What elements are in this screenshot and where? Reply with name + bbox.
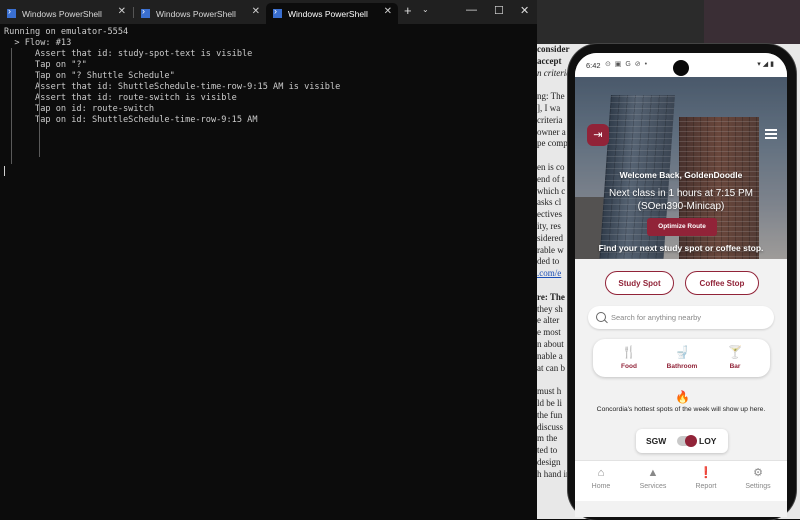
- close-icon[interactable]: ✕: [384, 6, 392, 17]
- services-icon: ▲: [647, 467, 659, 479]
- indent-guide: [11, 48, 12, 164]
- nav-label: Services: [639, 483, 667, 490]
- terminal-line: Running on emulator-5554: [4, 27, 129, 37]
- tab-powershell-3-active[interactable]: Windows PowerShell ✕: [266, 3, 398, 24]
- campus-loy-label: LOY: [699, 436, 717, 446]
- camera-cutout: [673, 60, 689, 76]
- status-icons: ⊙ ▣ G ⊘ •: [605, 61, 649, 68]
- search-placeholder: Search for anything nearby: [611, 313, 702, 322]
- terminal-line: Tap on "? Shuttle Schedule": [4, 71, 175, 81]
- tab-powershell-2[interactable]: Windows PowerShell ✕: [134, 3, 266, 24]
- category-bar-drinks[interactable]: 🍸 Bar: [710, 344, 760, 370]
- chevron-down-icon[interactable]: ⌄: [422, 5, 429, 14]
- hero-banner: ⇥ Welcome Back, GoldenDoodle Next class …: [575, 77, 787, 259]
- terminal-line: Tap on id: ShuttleSchedule-time-row-9:15…: [4, 115, 258, 125]
- find-spot-text: Find your next study spot or coffee stop…: [598, 243, 764, 253]
- powershell-icon: [7, 6, 16, 18]
- signal-battery-icons: ▾◢▮: [757, 61, 776, 68]
- terminal-line: Tap on "?": [4, 60, 87, 70]
- maximize-button[interactable]: ☐: [494, 4, 504, 17]
- category-bathroom[interactable]: 🚽 Bathroom: [657, 344, 707, 370]
- tab-bar: Windows PowerShell ✕ Windows PowerShell …: [0, 0, 537, 24]
- nav-services[interactable]: ▲ Services: [631, 466, 675, 490]
- logout-button[interactable]: ⇥: [587, 124, 609, 146]
- category-label: Bathroom: [666, 363, 698, 370]
- terminal-line: Assert that id: route-switch is visible: [4, 93, 237, 103]
- hamburger-menu-icon[interactable]: [765, 129, 777, 139]
- nav-settings[interactable]: ⚙ Settings: [736, 466, 780, 490]
- welcome-text: Welcome Back, GoldenDoodle: [619, 170, 743, 180]
- close-window-button[interactable]: ✕: [520, 4, 529, 17]
- flame-icon: 🔥: [675, 390, 690, 404]
- terminal-line: Tap on id: route-switch: [4, 104, 155, 114]
- status-bar: 6:42 ⊙ ▣ G ⊘ • ▾◢▮: [575, 53, 787, 77]
- category-food[interactable]: 🍴 Food: [604, 344, 654, 370]
- nav-home[interactable]: ⌂ Home: [579, 466, 623, 490]
- optimize-route-button[interactable]: Optimize Route: [647, 218, 717, 236]
- category-bar: 🍴 Food 🚽 Bathroom 🍸 Bar: [593, 339, 770, 377]
- campus-sgw-label: SGW: [646, 436, 667, 446]
- tab-powershell-1[interactable]: Windows PowerShell ✕: [0, 3, 132, 24]
- food-icon: 🍴: [621, 345, 637, 359]
- course-text: (SOen390-Minicap): [637, 201, 725, 212]
- campus-switch[interactable]: SGW LOY: [636, 429, 728, 453]
- terminal-window: Windows PowerShell ✕ Windows PowerShell …: [0, 0, 537, 519]
- study-spot-button[interactable]: Study Spot: [605, 271, 674, 295]
- category-label: Food: [621, 363, 637, 370]
- powershell-icon: [141, 6, 150, 18]
- search-input[interactable]: Search for anything nearby: [588, 306, 774, 329]
- close-icon[interactable]: ✕: [252, 6, 260, 17]
- minimize-button[interactable]: —: [466, 4, 477, 16]
- terminal-line: Assert that id: study-spot-text is visib…: [4, 49, 253, 59]
- hot-spots-text: Concordia's hottest spots of the week wi…: [596, 406, 766, 413]
- nav-label: Home: [591, 483, 611, 490]
- tab-title: Windows PowerShell: [22, 8, 102, 19]
- nav-report[interactable]: ❗ Report: [684, 466, 728, 490]
- coffee-stop-button[interactable]: Coffee Stop: [685, 271, 759, 295]
- text-cursor: [4, 166, 5, 176]
- nav-label: Report: [695, 483, 717, 490]
- report-icon: ❗: [699, 467, 713, 479]
- terminal-output[interactable]: Running on emulator-5554 > Flow: #13 Ass…: [4, 27, 340, 126]
- home-icon: ⌂: [597, 467, 605, 479]
- route-switch[interactable]: [677, 435, 697, 447]
- bottom-nav: ⌂ Home ▲ Services ❗ Report ⚙ Settings: [575, 460, 787, 501]
- category-label: Bar: [729, 363, 741, 370]
- background-toolbar-right: [704, 0, 800, 44]
- gear-icon: ⚙: [753, 467, 763, 479]
- indent-guide: [39, 73, 40, 157]
- tab-title: Windows PowerShell: [156, 8, 236, 19]
- search-icon: [596, 312, 606, 322]
- status-time: 6:42: [586, 61, 601, 70]
- close-icon[interactable]: ✕: [118, 6, 126, 17]
- bathroom-icon: 🚽: [674, 345, 690, 359]
- cocktail-icon: 🍸: [727, 345, 743, 359]
- logout-icon: ⇥: [593, 128, 603, 141]
- terminal-line: Assert that id: ShuttleSchedule-time-row…: [4, 82, 341, 92]
- terminal-line: > Flow: #13: [4, 38, 72, 48]
- new-tab-button[interactable]: +: [404, 3, 412, 18]
- tab-title: Windows PowerShell: [288, 8, 368, 19]
- powershell-icon: [273, 6, 282, 18]
- nav-label: Settings: [745, 483, 771, 490]
- next-class-text: Next class in 1 hours at 7:15 PM: [609, 188, 753, 199]
